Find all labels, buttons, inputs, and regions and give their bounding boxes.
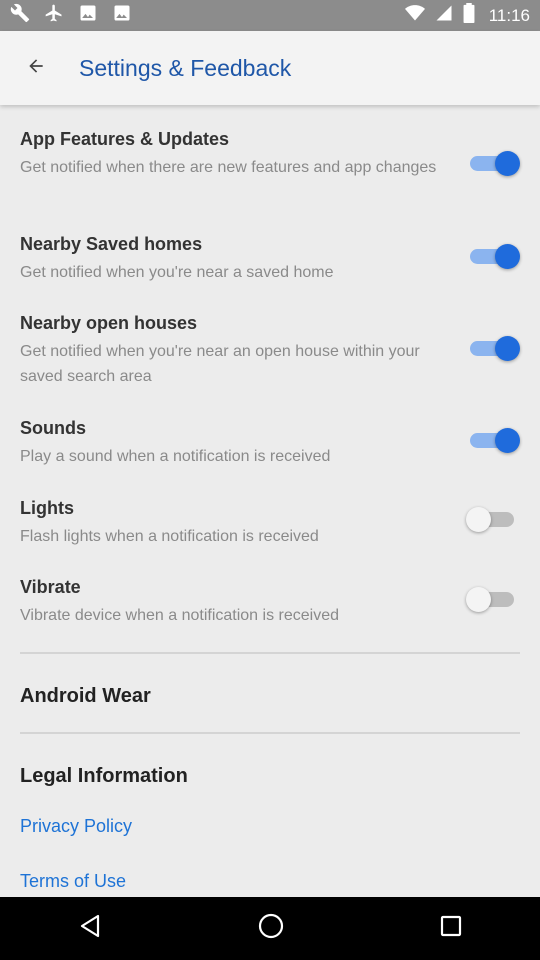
home-circle-icon[interactable] <box>258 913 284 944</box>
setting-sounds: Sounds Play a sound when a notification … <box>20 418 520 469</box>
back-button[interactable] <box>0 31 72 105</box>
image-icon <box>112 3 132 28</box>
setting-title: Nearby Saved homes <box>20 234 203 254</box>
setting-desc: Get notified when you're near an open ho… <box>20 343 420 385</box>
navigation-bar <box>0 897 540 960</box>
wifi-icon <box>404 4 425 27</box>
setting-title: Lights <box>20 498 74 518</box>
setting-nearby-saved-homes: Nearby Saved homes Get notified when you… <box>20 234 520 285</box>
signal-icon <box>435 4 453 27</box>
android-wear-heading[interactable]: Android Wear <box>20 685 151 708</box>
setting-app-features: App Features & Updates Get notified when… <box>20 129 520 180</box>
setting-title: Nearby open houses <box>20 313 198 333</box>
back-arrow-icon <box>26 56 46 81</box>
back-triangle-icon[interactable] <box>78 913 102 944</box>
terms-of-use-link[interactable]: Terms of Use <box>20 871 126 892</box>
setting-title: App Features & Updates <box>20 129 230 149</box>
privacy-policy-link[interactable]: Privacy Policy <box>20 816 132 837</box>
divider <box>20 652 520 654</box>
setting-nearby-open-houses: Nearby open houses Get notified when you… <box>20 313 520 389</box>
setting-desc: Vibrate device when a notification is re… <box>20 607 339 624</box>
wrench-icon <box>10 3 30 28</box>
airplane-icon <box>44 3 64 28</box>
clock: 11:16 <box>488 5 530 25</box>
setting-lights: Lights Flash lights when a notification … <box>20 498 520 549</box>
setting-desc: Play a sound when a notification is rece… <box>20 448 331 465</box>
setting-desc: Get notified when there are new features… <box>20 159 437 176</box>
divider <box>20 732 520 734</box>
setting-desc: Get notified when you're near a saved ho… <box>20 264 334 281</box>
setting-title: Sounds <box>20 418 86 438</box>
legal-information-heading: Legal Information <box>20 765 188 787</box>
page-title: Settings & Feedback <box>79 54 292 81</box>
setting-title: Vibrate <box>20 577 81 597</box>
setting-vibrate: Vibrate Vibrate device when a notificati… <box>20 577 520 628</box>
vibrate-toggle[interactable] <box>466 584 520 614</box>
recents-square-icon[interactable] <box>440 915 462 942</box>
setting-desc: Flash lights when a notification is rece… <box>20 528 319 545</box>
image-icon <box>78 3 98 28</box>
sounds-toggle[interactable] <box>466 425 520 455</box>
nearby-open-houses-toggle[interactable] <box>466 333 520 363</box>
app-features-toggle[interactable] <box>466 148 520 178</box>
battery-icon <box>463 3 475 28</box>
lights-toggle[interactable] <box>466 504 520 534</box>
settings-content: App Features & Updates Get notified when… <box>0 105 540 897</box>
app-bar: Settings & Feedback <box>0 31 540 105</box>
status-bar: 11:16 <box>0 0 540 31</box>
nearby-saved-homes-toggle[interactable] <box>466 241 520 271</box>
